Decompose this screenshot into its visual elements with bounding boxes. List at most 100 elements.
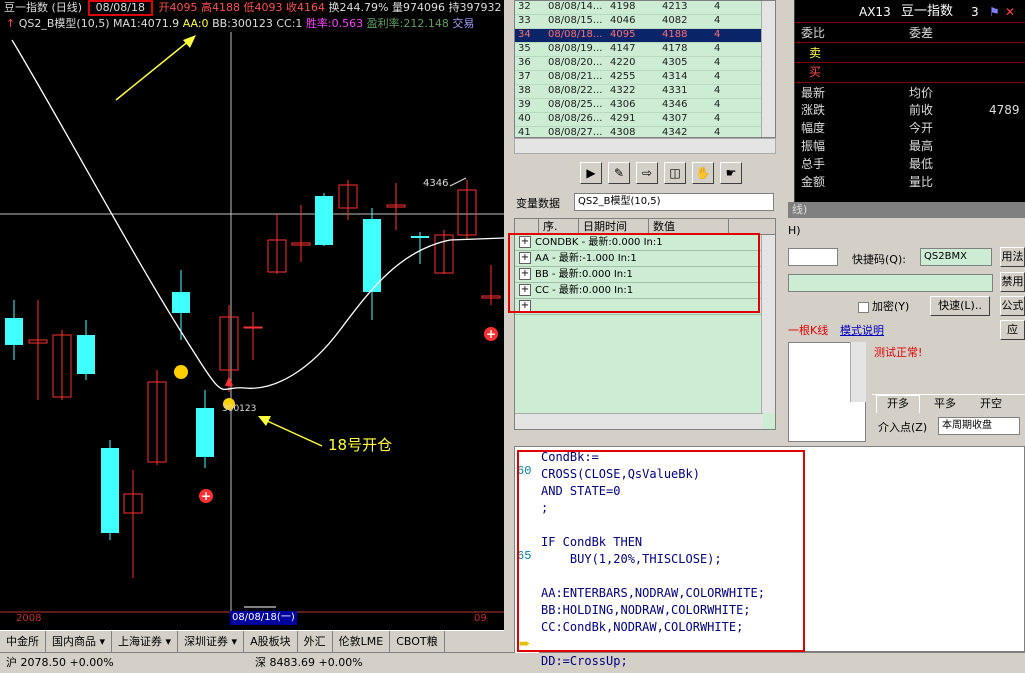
usage-button[interactable]: 用法 — [1000, 247, 1025, 267]
table-row[interactable]: 36 08/08/20... 4220 4305 4 — [515, 57, 775, 71]
table-cell: 4213 — [662, 1, 688, 12]
value-prevclose: 4789 — [989, 103, 1020, 117]
table-row[interactable]: 37 08/08/21... 4255 4314 4 — [515, 71, 775, 85]
annotation-arrowhead-1 — [183, 35, 196, 48]
encrypt-checkbox[interactable]: 加密(Y) — [858, 298, 909, 314]
label-avg: 均价 — [909, 86, 934, 100]
label-sell: 卖 — [809, 46, 822, 60]
var-col-index[interactable]: 序. — [539, 219, 579, 234]
quote-num: 3 — [971, 5, 979, 19]
table-row[interactable]: 39 08/08/25... 4306 4346 4 — [515, 99, 775, 113]
one-bar-label: 一根K线 — [788, 324, 829, 337]
chart-canvas[interactable]: ++ — [0, 0, 504, 630]
fast-button[interactable]: 快速(L).. — [930, 296, 990, 316]
table-cell: 4082 — [662, 15, 688, 26]
shortcut-input[interactable]: QS2BMX — [920, 248, 992, 266]
chart-header: 豆一指数 (日线) 08/08/18 开4095 高4188 低4093 收41… — [0, 0, 504, 16]
dialog-desc-field[interactable] — [788, 274, 993, 292]
candle-body-down — [411, 236, 429, 238]
market-tab[interactable]: A股板块 — [244, 631, 298, 653]
table-cell: 4178 — [662, 43, 688, 54]
market-tab[interactable]: 伦敦LME — [333, 631, 391, 653]
apply-button[interactable]: 应 — [1000, 320, 1025, 340]
step-icon[interactable]: ▶ — [580, 162, 602, 184]
code-highlight-box — [517, 450, 805, 652]
dialog-name-field[interactable] — [788, 248, 838, 266]
indicator-arrow-icon: ↑ — [6, 17, 16, 30]
var-col-value[interactable]: 数值 — [649, 219, 729, 234]
close-quote-icon[interactable]: ✕ — [1005, 3, 1015, 21]
entry-point-select[interactable]: 本周期收盘 — [938, 417, 1020, 435]
table-row[interactable]: 38 08/08/22... 4322 4331 4 — [515, 85, 775, 99]
table-cell: 4 — [714, 29, 721, 40]
ind-winrate: 胜率:0.563 — [305, 17, 364, 30]
table-row[interactable]: 33 08/08/15... 4046 4082 4 — [515, 15, 775, 29]
table-cell: 08/08/25... — [548, 99, 603, 110]
table-scrollbar[interactable] — [761, 1, 775, 137]
table-cell: 4305 — [662, 57, 688, 68]
table-cell: 40 — [518, 113, 531, 124]
table-cell: 08/08/22... — [548, 85, 603, 96]
table-row[interactable]: 41 08/08/27... 4308 4342 4 — [515, 127, 775, 138]
label-weicha: 委差 — [909, 26, 934, 40]
test-result-text: 测试正常! — [874, 346, 923, 359]
market-tab[interactable]: 外汇 — [298, 631, 333, 653]
edit-icon[interactable]: ✎ — [608, 162, 630, 184]
table-cell: 4 — [714, 57, 721, 68]
data-table[interactable]: 32 08/08/14... 4198 4213 4 33 08/08/15... 4046 4… — [514, 0, 776, 138]
var-col-datetime[interactable]: 日期时间 — [579, 219, 649, 234]
dialog-list-scrollbar[interactable] — [850, 342, 866, 402]
market-tab[interactable]: 深圳证券 ▾ — [178, 631, 245, 653]
chart-icon[interactable]: ◫ — [664, 162, 686, 184]
label-low: 最低 — [909, 157, 934, 171]
tab-open-long[interactable]: 开多 — [876, 395, 920, 413]
dialog-h-label: H) — [788, 224, 801, 237]
market-tab[interactable]: CBOT粮 — [390, 631, 445, 653]
tab-close-long[interactable]: 平多 — [924, 397, 966, 413]
price-label-leader — [449, 177, 467, 187]
table-cell: 08/08/14... — [548, 1, 603, 12]
price-label-low: 300123 — [222, 404, 257, 414]
var-hscrollbar[interactable] — [515, 413, 763, 429]
table-cell: 08/08/20... — [548, 57, 603, 68]
public-button[interactable]: 公式 — [1000, 296, 1025, 316]
table-cell: 34 — [518, 29, 531, 40]
table-row[interactable]: 34 08/08/18... 4095 4188 4 — [515, 29, 775, 43]
axis-cursor-date: 08/08/18(一) — [230, 611, 297, 625]
header-hold: 持397932 — [448, 1, 502, 14]
arrow-right-icon[interactable]: ⇨ — [636, 162, 658, 184]
table-row[interactable]: 32 08/08/14... 4198 4213 4 — [515, 1, 775, 15]
table-cell: 35 — [518, 43, 531, 54]
label-total: 总手 — [801, 157, 826, 171]
bell-icon[interactable]: ⚑ — [989, 3, 1000, 21]
model-desc-link[interactable]: 模式说明 — [840, 322, 884, 338]
ind-aa: AA:0 — [182, 17, 209, 30]
table-cell: 4306 — [610, 99, 636, 110]
table-cell: 41 — [518, 127, 531, 138]
table-cell: 38 — [518, 85, 531, 96]
market-tab[interactable]: 中金所 — [0, 631, 46, 653]
table-row[interactable]: 40 08/08/26... 4291 4307 4 — [515, 113, 775, 127]
table-cell: 08/08/27... — [548, 127, 603, 138]
market-tab[interactable]: 国内商品 ▾ — [46, 631, 113, 653]
status-shenzhen: 深 8483.69 +0.00% — [255, 656, 363, 669]
market-tab[interactable]: 上海证券 ▾ — [112, 631, 179, 653]
forbid-button[interactable]: 禁用 — [1000, 272, 1025, 292]
hand-stop-icon[interactable]: ☛ — [720, 162, 742, 184]
header-date: 08/08/18 — [87, 0, 153, 16]
table-cell: 08/08/19... — [548, 43, 603, 54]
checkbox-icon[interactable] — [858, 301, 869, 313]
tab-open-short[interactable]: 开空 — [970, 397, 1012, 413]
plus-glyph: + — [201, 489, 211, 503]
table-cell: 4 — [714, 71, 721, 82]
table-row[interactable]: 35 08/08/19... 4147 4178 4 — [515, 43, 775, 57]
candle-body-down — [315, 196, 333, 245]
kline-chart[interactable]: + + 豆一指数 (日线) 08/08/18 开4095 高4188 低4093 … — [0, 0, 504, 630]
var-data-field[interactable]: QS2_B模型(10,5) — [574, 193, 774, 211]
var-scrollbar[interactable] — [761, 235, 775, 413]
hand-icon[interactable]: ✋ — [692, 162, 714, 184]
table-hscrollbar[interactable] — [514, 138, 776, 154]
table-cell: 08/08/18... — [548, 29, 603, 40]
table-cell: 4 — [714, 15, 721, 26]
encrypt-label: 加密(Y) — [872, 300, 910, 313]
